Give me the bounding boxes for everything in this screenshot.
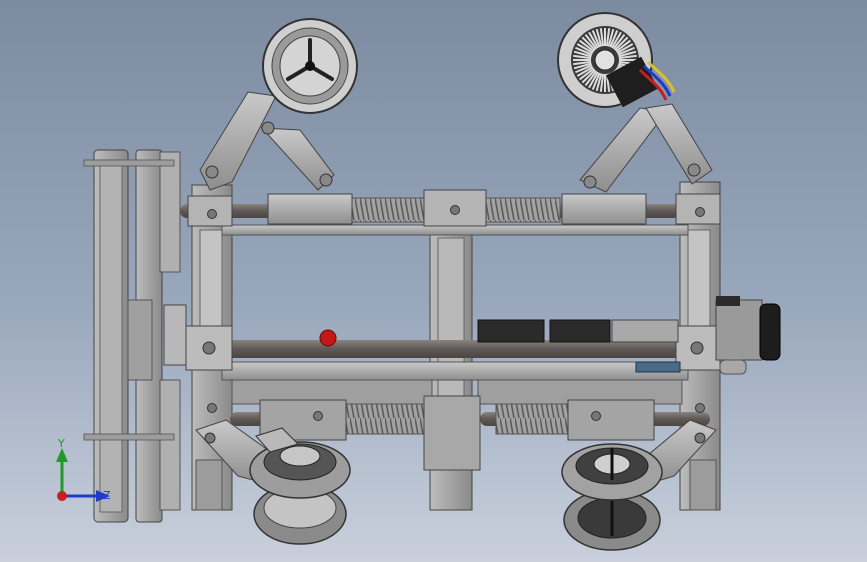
top-guide-rod [180,189,721,227]
x-axis-origin [57,491,67,501]
y-axis-arrow [56,448,68,462]
top-left-wheel [262,18,358,114]
y-axis-label: Y [57,437,65,450]
cad-viewport[interactable]: Y Z X [0,0,867,562]
robot-assembly-model[interactable] [0,0,867,562]
bottom-left-wheel [249,427,351,545]
top-right-encoder-wheel [557,12,676,108]
bottom-right-wheel [561,443,663,551]
z-axis-label: Z [103,489,111,502]
top-right-arm [579,103,713,193]
coordinate-triad: Y Z X [56,437,111,502]
